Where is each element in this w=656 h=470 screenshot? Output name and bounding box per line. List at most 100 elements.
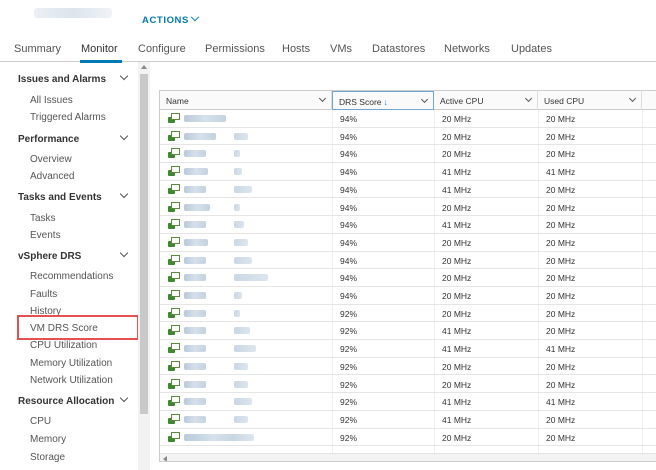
tab-vms[interactable]: VMs xyxy=(330,43,352,55)
sidebar-item-overview[interactable]: Overview xyxy=(30,154,72,165)
sidebar-item-recommendations[interactable]: Recommendations xyxy=(30,271,113,282)
vm-name-redacted[interactable] xyxy=(234,327,250,335)
sidebar-item-cpu[interactable]: CPU xyxy=(30,416,51,427)
vm-name-redacted[interactable] xyxy=(184,292,206,299)
table-row[interactable]: 94% 20 MHz 20 MHz xyxy=(160,234,656,252)
vm-name-redacted[interactable] xyxy=(184,221,206,229)
chevron-down-icon[interactable] xyxy=(318,94,327,103)
vm-name-redacted[interactable] xyxy=(234,398,252,406)
vm-name-redacted[interactable] xyxy=(234,256,252,264)
cell-active-cpu: 20 MHz xyxy=(442,149,472,160)
table-row[interactable]: 94% 20 MHz 20 MHz xyxy=(160,128,656,146)
vm-name-redacted[interactable] xyxy=(234,221,244,229)
vm-name-redacted[interactable] xyxy=(184,115,226,122)
sidebar-item-storage[interactable]: Storage xyxy=(30,452,65,463)
vm-name-redacted[interactable] xyxy=(234,415,248,423)
sidebar-item-triggered-alarms[interactable]: Triggered Alarms xyxy=(30,112,106,123)
column-header-active-cpu[interactable]: Active CPU xyxy=(434,91,538,110)
scroll-up-icon[interactable] xyxy=(141,65,147,69)
sidebar-item-network-utilization[interactable]: Network Utilization xyxy=(30,375,113,386)
sidebar-item-all-issues[interactable]: All Issues xyxy=(30,95,73,106)
vm-name-redacted[interactable] xyxy=(184,327,206,335)
vm-name-redacted[interactable] xyxy=(234,433,254,441)
grid-horizontal-scrollbar[interactable] xyxy=(160,453,656,461)
table-row[interactable]: 94% 41 MHz 41 MHz xyxy=(160,163,656,181)
table-row[interactable]: 92% 20 MHz 20 MHz xyxy=(160,305,656,323)
vm-name-redacted[interactable] xyxy=(234,345,256,353)
vm-name-redacted[interactable] xyxy=(234,380,248,388)
sidebar-item-advanced[interactable]: Advanced xyxy=(30,171,74,182)
virtual-machine-icon xyxy=(168,325,180,336)
table-row[interactable]: 94% 20 MHz 20 MHz xyxy=(160,145,656,164)
scrollbar-thumb[interactable] xyxy=(140,74,148,414)
vm-name-redacted[interactable] xyxy=(234,274,268,282)
vm-name-redacted[interactable] xyxy=(234,203,240,211)
vm-name-redacted[interactable] xyxy=(184,168,208,176)
sidebar-scrollbar[interactable] xyxy=(138,62,150,470)
vm-name-redacted[interactable] xyxy=(184,345,206,353)
chevron-down-icon[interactable] xyxy=(628,94,637,103)
tab-datastores[interactable]: Datastores xyxy=(372,43,425,55)
vm-name-redacted[interactable] xyxy=(184,398,206,406)
table-row[interactable]: 92% 41 MHz 20 MHz xyxy=(160,411,656,429)
vm-name-redacted[interactable] xyxy=(234,362,248,370)
chevron-down-icon[interactable] xyxy=(420,95,429,104)
vm-name-redacted[interactable] xyxy=(184,150,206,158)
table-row[interactable]: 92% 41 MHz 41 MHz xyxy=(160,393,656,411)
vm-name-redacted[interactable] xyxy=(184,380,206,388)
sidebar-item-memory[interactable]: Memory xyxy=(30,434,66,445)
table-row[interactable]: 94% 41 MHz 20 MHz xyxy=(160,216,656,234)
column-header-name[interactable]: Name xyxy=(160,91,332,110)
vm-name-redacted[interactable] xyxy=(234,168,242,176)
vm-drs-score-grid: Name DRS Score ↓ Active CPU Used CPU 94% 2… xyxy=(159,90,656,462)
table-row[interactable]: 92% 20 MHz 20 MHz xyxy=(160,376,656,394)
table-row[interactable]: 94% 41 MHz 20 MHz xyxy=(160,181,656,199)
vm-name-redacted[interactable] xyxy=(234,150,240,158)
sidebar-item-cpu-utilization[interactable]: CPU Utilization xyxy=(30,340,97,351)
vm-name-redacted[interactable] xyxy=(184,274,206,282)
section-vsphere-drs[interactable]: vSphere DRS xyxy=(18,248,129,262)
tab-monitor[interactable]: Monitor xyxy=(81,43,118,55)
tab-summary[interactable]: Summary xyxy=(14,43,61,55)
tab-updates[interactable]: Updates xyxy=(511,43,552,55)
table-row[interactable]: 94% 20 MHz 20 MHz xyxy=(160,110,656,128)
sidebar-item-memory-utilization[interactable]: Memory Utilization xyxy=(30,358,112,369)
vm-name-redacted[interactable] xyxy=(184,415,206,423)
vm-name-redacted[interactable] xyxy=(184,362,206,370)
table-row[interactable]: 94% 20 MHz 20 MHz xyxy=(160,199,656,217)
table-row[interactable]: 92% 41 MHz 20 MHz xyxy=(160,322,656,341)
section-issues-and-alarms[interactable]: Issues and Alarms xyxy=(18,71,129,85)
vm-name-redacted[interactable] xyxy=(184,185,206,193)
table-row[interactable]: 94% 20 MHz 20 MHz xyxy=(160,287,656,305)
vm-name-redacted[interactable] xyxy=(234,238,248,246)
sidebar-item-events[interactable]: Events xyxy=(30,230,61,241)
vm-name-redacted[interactable] xyxy=(184,132,216,140)
table-row[interactable]: 92% 20 MHz 20 MHz xyxy=(160,429,656,447)
table-row[interactable]: 94% 20 MHz 20 MHz xyxy=(160,252,656,270)
table-row[interactable]: 92% 41 MHz 41 MHz xyxy=(160,340,656,358)
scroll-left-icon[interactable] xyxy=(163,456,167,461)
section-tasks-and-events[interactable]: Tasks and Events xyxy=(18,189,129,203)
tab-networks[interactable]: Networks xyxy=(444,43,490,55)
chevron-down-icon[interactable] xyxy=(524,94,533,103)
table-row[interactable]: 92% 20 MHz 20 MHz xyxy=(160,358,656,376)
vm-name-redacted[interactable] xyxy=(234,292,242,299)
vm-name-redacted[interactable] xyxy=(184,309,206,317)
column-header-drs-score[interactable]: DRS Score ↓ xyxy=(332,91,434,110)
section-performance[interactable]: Performance xyxy=(18,131,129,145)
vm-name-redacted[interactable] xyxy=(184,203,210,211)
vm-name-redacted[interactable] xyxy=(184,256,206,264)
table-row[interactable]: 94% 20 MHz 20 MHz xyxy=(160,269,656,287)
actions-menu-button[interactable]: ACTIONS xyxy=(142,12,200,26)
column-header-used-cpu[interactable]: Used CPU xyxy=(538,91,642,110)
vm-name-redacted[interactable] xyxy=(234,132,248,140)
tab-configure[interactable]: Configure xyxy=(138,43,186,55)
tab-permissions[interactable]: Permissions xyxy=(205,43,265,55)
tab-hosts[interactable]: Hosts xyxy=(282,43,310,55)
vm-name-redacted[interactable] xyxy=(234,185,252,193)
vm-name-redacted[interactable] xyxy=(234,309,240,317)
sidebar-item-faults[interactable]: Faults xyxy=(30,289,57,300)
section-resource-allocation[interactable]: Resource Allocation xyxy=(18,393,129,407)
vm-name-redacted[interactable] xyxy=(184,238,208,246)
sidebar-item-tasks[interactable]: Tasks xyxy=(30,213,56,224)
